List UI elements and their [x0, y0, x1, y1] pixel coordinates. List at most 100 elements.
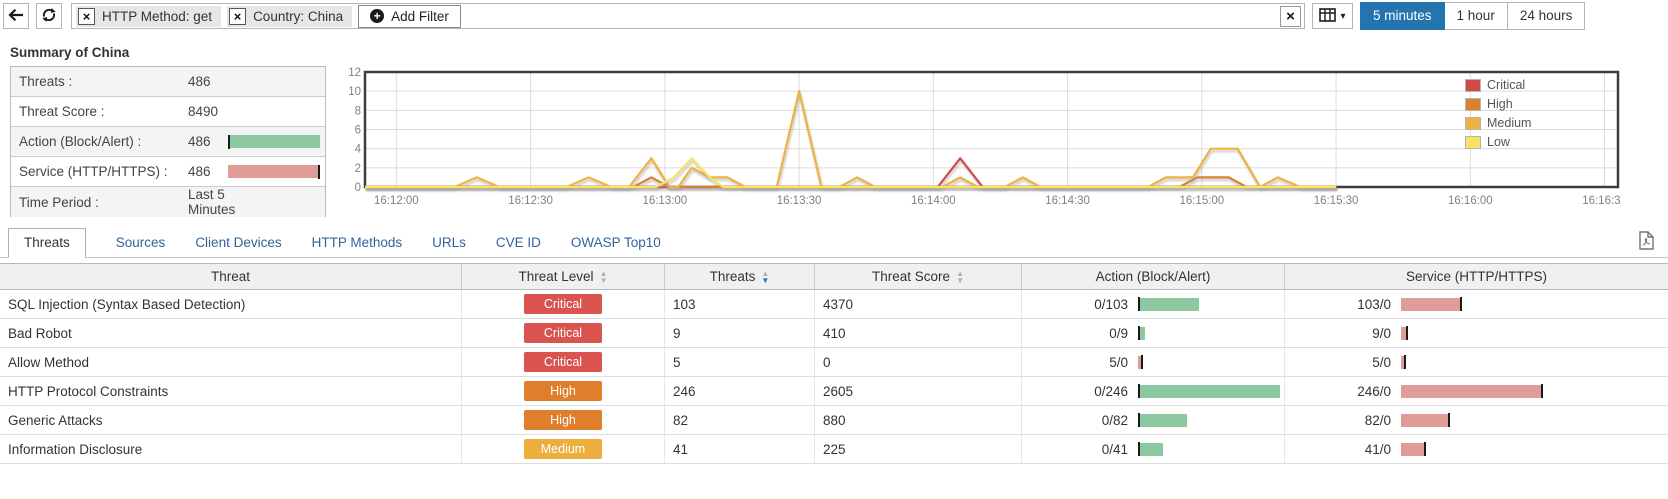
- sort-arrows-icon: ▲ ▼: [761, 268, 770, 285]
- ratio-bar: [1401, 297, 1462, 311]
- tab-threats[interactable]: Threats: [8, 228, 86, 258]
- threat-name-cell: Information Disclosure: [0, 435, 462, 463]
- summary-row-label: Action (Block/Alert) :: [19, 134, 142, 149]
- threat-score-cell: 0: [815, 348, 1022, 376]
- column-header-label: Threat Score: [872, 269, 951, 284]
- ratio-value: 0/9: [1109, 325, 1128, 341]
- add-filter-button[interactable]: + Add Filter: [358, 4, 461, 28]
- threat-level-badge: Critical: [524, 294, 602, 314]
- tab-client-devices[interactable]: Client Devices: [195, 228, 281, 257]
- filter-bar[interactable]: × HTTP Method: get × Country: China + Add F…: [71, 3, 1305, 29]
- svg-text:0: 0: [355, 182, 361, 194]
- svg-text:2: 2: [355, 163, 361, 175]
- refresh-button[interactable]: [36, 3, 62, 29]
- back-button[interactable]: [3, 3, 29, 29]
- threat-name-cell: Generic Attacks: [0, 406, 462, 434]
- threat-score-cell: 410: [815, 319, 1022, 347]
- summary-row-value: 8490: [188, 104, 219, 119]
- ratio-value: 41/0: [1364, 441, 1391, 457]
- time-range-buttons: 5 minutes 1 hour 24 hours: [1360, 2, 1586, 30]
- filter-chip-label: HTTP Method: get: [102, 8, 213, 24]
- table-row[interactable]: Allow Method Critical 5 0 5/0 5/0: [0, 348, 1668, 377]
- legend-swatch-icon: [1465, 97, 1481, 111]
- threats-count-cell: 41: [665, 435, 815, 463]
- column-header-threat-score[interactable]: Threat Score ▲ ▼: [815, 264, 1022, 289]
- service-http-https-cell: 41/0: [1285, 442, 1668, 457]
- threat-level-cell: Critical: [462, 348, 665, 376]
- ratio-value: 9/0: [1372, 325, 1391, 341]
- sort-arrows-icon: ▲ ▼: [599, 268, 608, 285]
- time-button-1-hour[interactable]: 1 hour: [1444, 2, 1508, 30]
- ratio-value: 5/0: [1109, 354, 1128, 370]
- tab-cve-id[interactable]: CVE ID: [496, 228, 541, 257]
- time-button-5-minutes[interactable]: 5 minutes: [1360, 2, 1445, 30]
- export-pdf-icon[interactable]: [1639, 231, 1654, 255]
- chevron-down-icon: ▾: [1340, 10, 1346, 22]
- svg-text:16:15:00: 16:15:00: [1179, 195, 1224, 207]
- summary-row-value: 486: [188, 74, 211, 89]
- summary-row-value: 486: [188, 164, 211, 179]
- table-row[interactable]: SQL Injection (Syntax Based Detection) Cr…: [0, 290, 1668, 319]
- threat-score-cell: 2605: [815, 377, 1022, 405]
- clear-filters-button[interactable]: ×: [1280, 6, 1301, 27]
- tab-owasp-top10[interactable]: OWASP Top10: [571, 228, 661, 257]
- remove-filter-icon[interactable]: ×: [229, 7, 247, 25]
- threat-name-cell: Bad Robot: [0, 319, 462, 347]
- summary-row-value: 486: [188, 134, 211, 149]
- table-row[interactable]: Information Disclosure Medium 41 225 0/41 41/…: [0, 435, 1668, 464]
- tab-bar: Threats Sources Client Devices HTTP Methods…: [0, 228, 1668, 258]
- ratio-bar: [1138, 442, 1163, 456]
- time-button-24-hours[interactable]: 24 hours: [1507, 2, 1586, 30]
- legend-swatch-icon: [1465, 116, 1481, 130]
- legend-item: Low: [1465, 135, 1531, 149]
- column-header-label: Action (Block/Alert): [1095, 269, 1211, 284]
- threat-score-cell: 225: [815, 435, 1022, 463]
- ratio-value: 0/103: [1094, 296, 1128, 312]
- threat-level-badge: Critical: [524, 323, 602, 343]
- svg-text:16:15:30: 16:15:30: [1314, 195, 1359, 207]
- summary-row-label: Threat Score :: [19, 104, 105, 119]
- threat-timeline-chart: 0 2 4 6 8 10 12 16:12:00 16:12:30 16:13:00 16:13:3…: [345, 64, 1620, 212]
- threat-score-cell: 4370: [815, 290, 1022, 318]
- threat-name-cell: Allow Method: [0, 348, 462, 376]
- tab-http-methods[interactable]: HTTP Methods: [312, 228, 403, 257]
- refresh-icon: [41, 7, 57, 26]
- summary-row: Threat Score : 8490: [11, 97, 325, 127]
- table-row[interactable]: Bad Robot Critical 9 410 0/9 9/0: [0, 319, 1668, 348]
- tab-sources[interactable]: Sources: [116, 228, 166, 257]
- ratio-bar: [1138, 384, 1280, 398]
- threats-count-cell: 9: [665, 319, 815, 347]
- summary-row: Time Period : Last 5 Minutes: [11, 187, 325, 217]
- svg-text:16:13:00: 16:13:00: [642, 195, 687, 207]
- filter-chips: × HTTP Method: get × Country: China: [76, 5, 353, 27]
- ratio-value: 0/41: [1101, 441, 1128, 457]
- table-row[interactable]: HTTP Protocol Constraints High 246 2605 0/24…: [0, 377, 1668, 406]
- column-header-threat-level[interactable]: Threat Level ▲ ▼: [462, 264, 665, 289]
- tab-urls[interactable]: URLs: [432, 228, 466, 257]
- ratio-bar: [1401, 442, 1426, 456]
- threats-count-cell: 246: [665, 377, 815, 405]
- svg-text:16:16:00: 16:16:00: [1448, 195, 1493, 207]
- summary-row-value: Last 5 Minutes: [188, 187, 236, 217]
- add-filter-label: Add Filter: [391, 8, 449, 24]
- svg-text:16:14:30: 16:14:30: [1045, 195, 1090, 207]
- svg-text:16:12:30: 16:12:30: [508, 195, 553, 207]
- summary-row: Threats : 486: [11, 67, 325, 97]
- legend-label: Medium: [1487, 116, 1532, 130]
- table-view-dropdown-button[interactable]: ▾: [1312, 3, 1353, 29]
- column-header-threat: Threat: [0, 264, 462, 289]
- threat-level-badge: Critical: [524, 352, 602, 372]
- ratio-value: 246/0: [1357, 383, 1391, 399]
- sort-arrows-icon: ▲ ▼: [956, 268, 964, 285]
- column-header-threats[interactable]: Threats ▲ ▼: [665, 264, 815, 289]
- column-header-label: Threat Level: [518, 269, 594, 284]
- ratio-value: 0/82: [1101, 412, 1128, 428]
- remove-filter-icon[interactable]: ×: [78, 7, 95, 25]
- threat-level-cell: Critical: [462, 290, 665, 318]
- table-row[interactable]: Generic Attacks High 82 880 0/82 82/0: [0, 406, 1668, 435]
- ratio-value: 5/0: [1372, 354, 1391, 370]
- table-grid-icon: [1319, 7, 1337, 25]
- threat-name-cell: SQL Injection (Syntax Based Detection): [0, 290, 462, 318]
- column-header-service-http-https-: Service (HTTP/HTTPS): [1285, 264, 1668, 289]
- back-arrow-icon: [7, 7, 25, 26]
